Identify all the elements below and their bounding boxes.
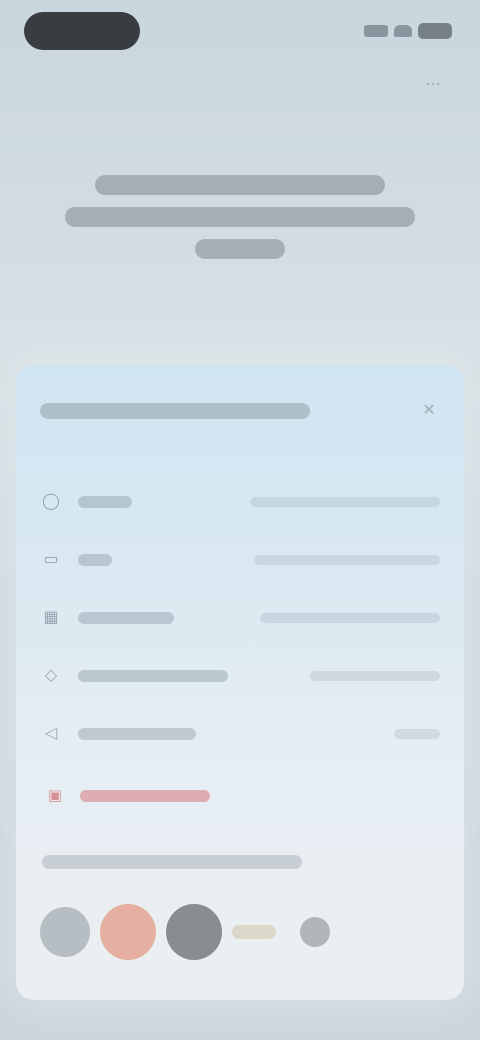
swatch[interactable] [166,904,222,960]
mail-icon: ▭ [43,551,59,568]
field-value [254,555,440,565]
field-row[interactable]: ▦ [40,589,440,647]
bottom-sheet: ✕ ◯ ▭ ▦ ◇ ◁ ▣ [16,365,464,1000]
sheet-header: ✕ [40,393,440,429]
field-list: ◯ ▭ ▦ ◇ ◁ [40,473,440,763]
sheet-title [40,403,310,419]
swatch[interactable] [100,904,156,960]
swatch-row [40,900,440,964]
field-value [310,671,440,681]
field-label [78,728,196,740]
location-icon: ◇ [44,667,58,684]
field-label [78,496,132,508]
hero-title-line [65,207,415,227]
hero-title-line [95,175,385,195]
signal-icon [364,25,388,37]
field-row[interactable]: ◯ [40,473,440,531]
person-icon: ◯ [42,493,60,510]
field-row[interactable]: ▭ [40,531,440,589]
dynamic-island [24,12,140,50]
section-label [42,855,440,869]
delete-row[interactable]: ▣ [44,785,440,807]
hero-title-line [195,239,285,259]
status-bar [0,0,480,64]
close-icon[interactable]: ✕ [418,400,440,422]
tag-icon: ◁ [44,725,58,742]
field-label [78,554,112,566]
trash-icon: ▣ [47,787,63,804]
swatch[interactable] [40,907,90,957]
swatch[interactable] [300,917,330,947]
status-icons [356,22,452,40]
hero-title [50,175,430,271]
field-value [394,729,440,739]
field-label [78,670,228,682]
field-row[interactable]: ◇ [40,647,440,705]
field-value [260,613,440,623]
delete-label [80,790,210,802]
swatch[interactable] [232,925,276,939]
field-row[interactable]: ◁ [40,705,440,763]
field-label [78,612,174,624]
field-value [250,497,440,507]
calendar-icon: ▦ [43,609,59,626]
wifi-icon [394,25,412,37]
more-icon[interactable]: ⋯ [424,76,442,94]
battery-icon [418,23,452,39]
section-label-line [42,855,302,869]
